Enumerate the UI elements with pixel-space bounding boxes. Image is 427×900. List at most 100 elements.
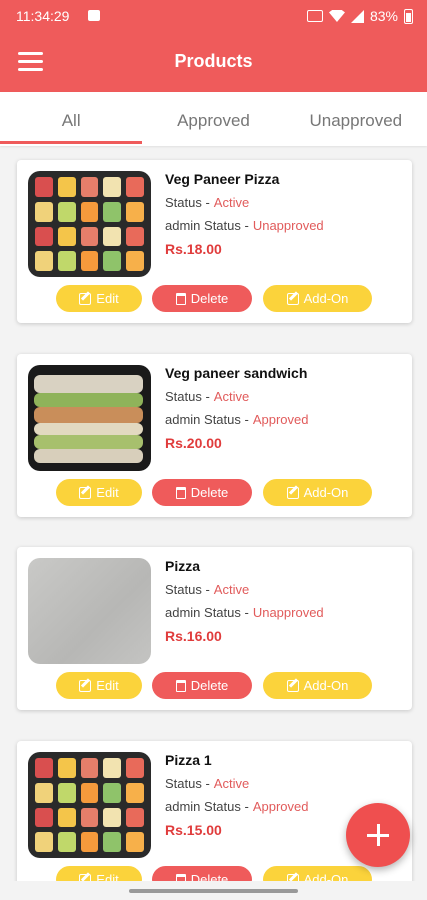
add-on-label: Add-On <box>303 678 349 693</box>
tab-bar: All Approved Unapproved <box>0 92 427 146</box>
food-tile <box>35 832 53 852</box>
product-name: Pizza 1 <box>165 752 212 768</box>
status-label: Status - <box>165 776 210 791</box>
food-tile <box>35 226 53 247</box>
food-tile <box>103 226 122 247</box>
wifi-icon <box>328 10 345 22</box>
delete-label: Delete <box>190 291 229 306</box>
product-price: Rs.20.00 <box>165 435 222 451</box>
system-nav-bar <box>0 881 427 900</box>
food-tile <box>80 832 99 852</box>
food-tile <box>80 226 99 247</box>
food-tile <box>80 807 99 828</box>
food-tile <box>57 807 76 828</box>
food-tile <box>103 201 122 222</box>
food-tile <box>126 226 144 247</box>
tab-all[interactable]: All <box>0 92 143 146</box>
battery-icon <box>404 8 413 24</box>
product-image <box>28 752 151 858</box>
food-tile <box>80 782 99 803</box>
food-tile <box>126 782 144 803</box>
food-tile <box>103 832 122 852</box>
food-tile <box>57 251 76 271</box>
product-card[interactable]: Veg Paneer Pizza Status - Active admin St… <box>17 160 412 323</box>
food-tile <box>35 201 53 222</box>
food-tile <box>126 807 144 828</box>
food-tile <box>57 201 76 222</box>
food-tile <box>57 226 76 247</box>
tab-approved[interactable]: Approved <box>142 92 284 146</box>
trash-icon <box>175 292 186 305</box>
tab-unapproved[interactable]: Unapproved <box>285 92 427 146</box>
status-value: Active <box>213 776 250 791</box>
delete-button[interactable]: Delete <box>152 479 252 506</box>
edit-icon <box>286 292 299 305</box>
trash-icon <box>175 486 186 499</box>
product-card[interactable]: Pizza Status - Active admin Status - Unapp… <box>17 547 412 710</box>
food-tile <box>57 177 76 197</box>
admin-status-value: Unapproved <box>252 218 324 233</box>
product-image <box>28 171 151 277</box>
food-tile <box>35 782 53 803</box>
food-tile <box>35 807 53 828</box>
food-tile <box>57 832 76 852</box>
food-tile <box>35 251 53 271</box>
status-label: Status - <box>165 389 210 404</box>
edit-icon <box>79 292 92 305</box>
add-on-label: Add-On <box>303 291 349 306</box>
status-label: Status - <box>165 582 210 597</box>
food-tile <box>80 177 99 197</box>
admin-status-value: Approved <box>252 412 309 427</box>
status-value: Active <box>213 582 250 597</box>
food-tile <box>103 177 122 197</box>
edit-icon <box>79 486 92 499</box>
delete-label: Delete <box>190 485 229 500</box>
admin-status-label: admin Status - <box>165 799 249 814</box>
admin-status-label: admin Status - <box>165 605 249 620</box>
edit-icon <box>79 679 92 692</box>
delete-button[interactable]: Delete <box>152 672 252 699</box>
product-name: Veg paneer sandwich <box>165 365 308 381</box>
food-tile <box>126 251 144 271</box>
food-tile <box>57 782 76 803</box>
edit-icon <box>286 486 299 499</box>
signal-icon <box>350 9 364 23</box>
food-tile <box>103 782 122 803</box>
food-tile <box>35 177 53 197</box>
add-on-button[interactable]: Add-On <box>263 479 372 506</box>
delete-label: Delete <box>190 678 229 693</box>
add-on-button[interactable]: Add-On <box>263 672 372 699</box>
edit-button[interactable]: Edit <box>56 285 142 312</box>
admin-status-value: Unapproved <box>252 605 324 620</box>
status-value: Active <box>213 389 250 404</box>
food-tile <box>103 251 122 271</box>
product-card[interactable]: Veg paneer sandwich Status - Active admin… <box>17 354 412 517</box>
food-tile <box>80 251 99 271</box>
food-tile <box>35 758 53 778</box>
status-icons: 83% <box>306 8 413 24</box>
battery-percent: 83% <box>369 8 398 24</box>
product-image <box>28 558 151 664</box>
food-tile <box>126 201 144 222</box>
product-price: Rs.18.00 <box>165 241 222 257</box>
app-bar: Products <box>0 33 427 92</box>
home-gesture-handle[interactable] <box>129 889 298 893</box>
edit-label: Edit <box>96 678 119 693</box>
gallery-notification-icon <box>88 10 100 21</box>
network-badge-icon <box>306 10 323 22</box>
product-name: Pizza <box>165 558 201 574</box>
status-label: Status - <box>165 195 210 210</box>
add-product-fab[interactable] <box>346 803 410 867</box>
food-tile <box>80 758 99 778</box>
food-tile <box>103 807 122 828</box>
edit-icon <box>286 679 299 692</box>
edit-label: Edit <box>96 485 119 500</box>
product-name: Veg Paneer Pizza <box>165 171 280 187</box>
admin-status-label: admin Status - <box>165 218 249 233</box>
add-on-button[interactable]: Add-On <box>263 285 372 312</box>
delete-button[interactable]: Delete <box>152 285 252 312</box>
food-tile <box>126 758 144 778</box>
food-tile <box>57 758 76 778</box>
edit-button[interactable]: Edit <box>56 479 142 506</box>
edit-button[interactable]: Edit <box>56 672 142 699</box>
